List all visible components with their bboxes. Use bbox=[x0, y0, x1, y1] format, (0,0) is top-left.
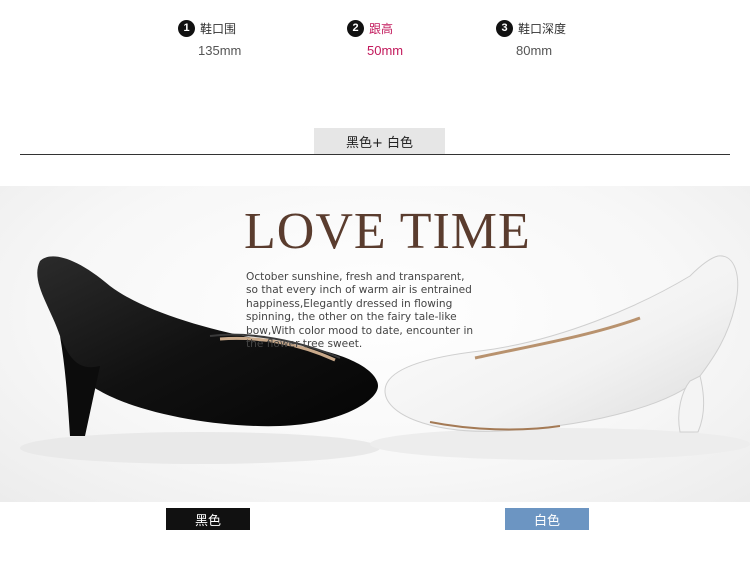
divider bbox=[20, 154, 730, 155]
white-shoe-reflection bbox=[370, 428, 750, 460]
spec-opening-depth: 3 鞋口深度 80mm bbox=[496, 18, 656, 58]
number-badge: 3 bbox=[496, 19, 513, 37]
poem-line: so that every inch of warm air is entrai… bbox=[246, 284, 472, 297]
spec-value: 80mm bbox=[516, 43, 553, 58]
white-color-swatch[interactable]: 白色 bbox=[505, 508, 589, 530]
black-color-swatch[interactable]: 黑色 bbox=[166, 508, 250, 530]
banner-poem: October sunshine, fresh and transparent,… bbox=[246, 271, 516, 351]
banner-title: LOVE TIME bbox=[244, 203, 531, 260]
number-badge: 2 bbox=[347, 19, 364, 37]
black-shoe-reflection bbox=[20, 432, 380, 464]
poem-line: October sunshine, fresh and transparent, bbox=[246, 271, 465, 283]
number-badge: 1 bbox=[178, 19, 195, 37]
poem-line: bow,With color mood to date, encounter i… bbox=[246, 324, 474, 337]
poem-line: spinning, the other on the fairy tale-li… bbox=[246, 311, 457, 324]
spec-value: 135mm bbox=[198, 43, 242, 58]
spec-label: 鞋口围 bbox=[200, 21, 237, 36]
spec-label: 跟高 bbox=[369, 21, 394, 36]
spec-label: 鞋口深度 bbox=[518, 21, 567, 36]
color-options-tag: 黑色+ 白色 bbox=[314, 128, 445, 154]
spec-value: 50mm bbox=[367, 43, 404, 58]
spec-heel-height: 2 跟高 50mm bbox=[347, 18, 507, 58]
poem-line: the flower tree sweet. bbox=[246, 338, 363, 351]
poem-line: happiness,Elegantly dressed in flowing bbox=[246, 297, 453, 310]
spec-opening-girth: 1 鞋口围 135mm bbox=[178, 18, 338, 58]
